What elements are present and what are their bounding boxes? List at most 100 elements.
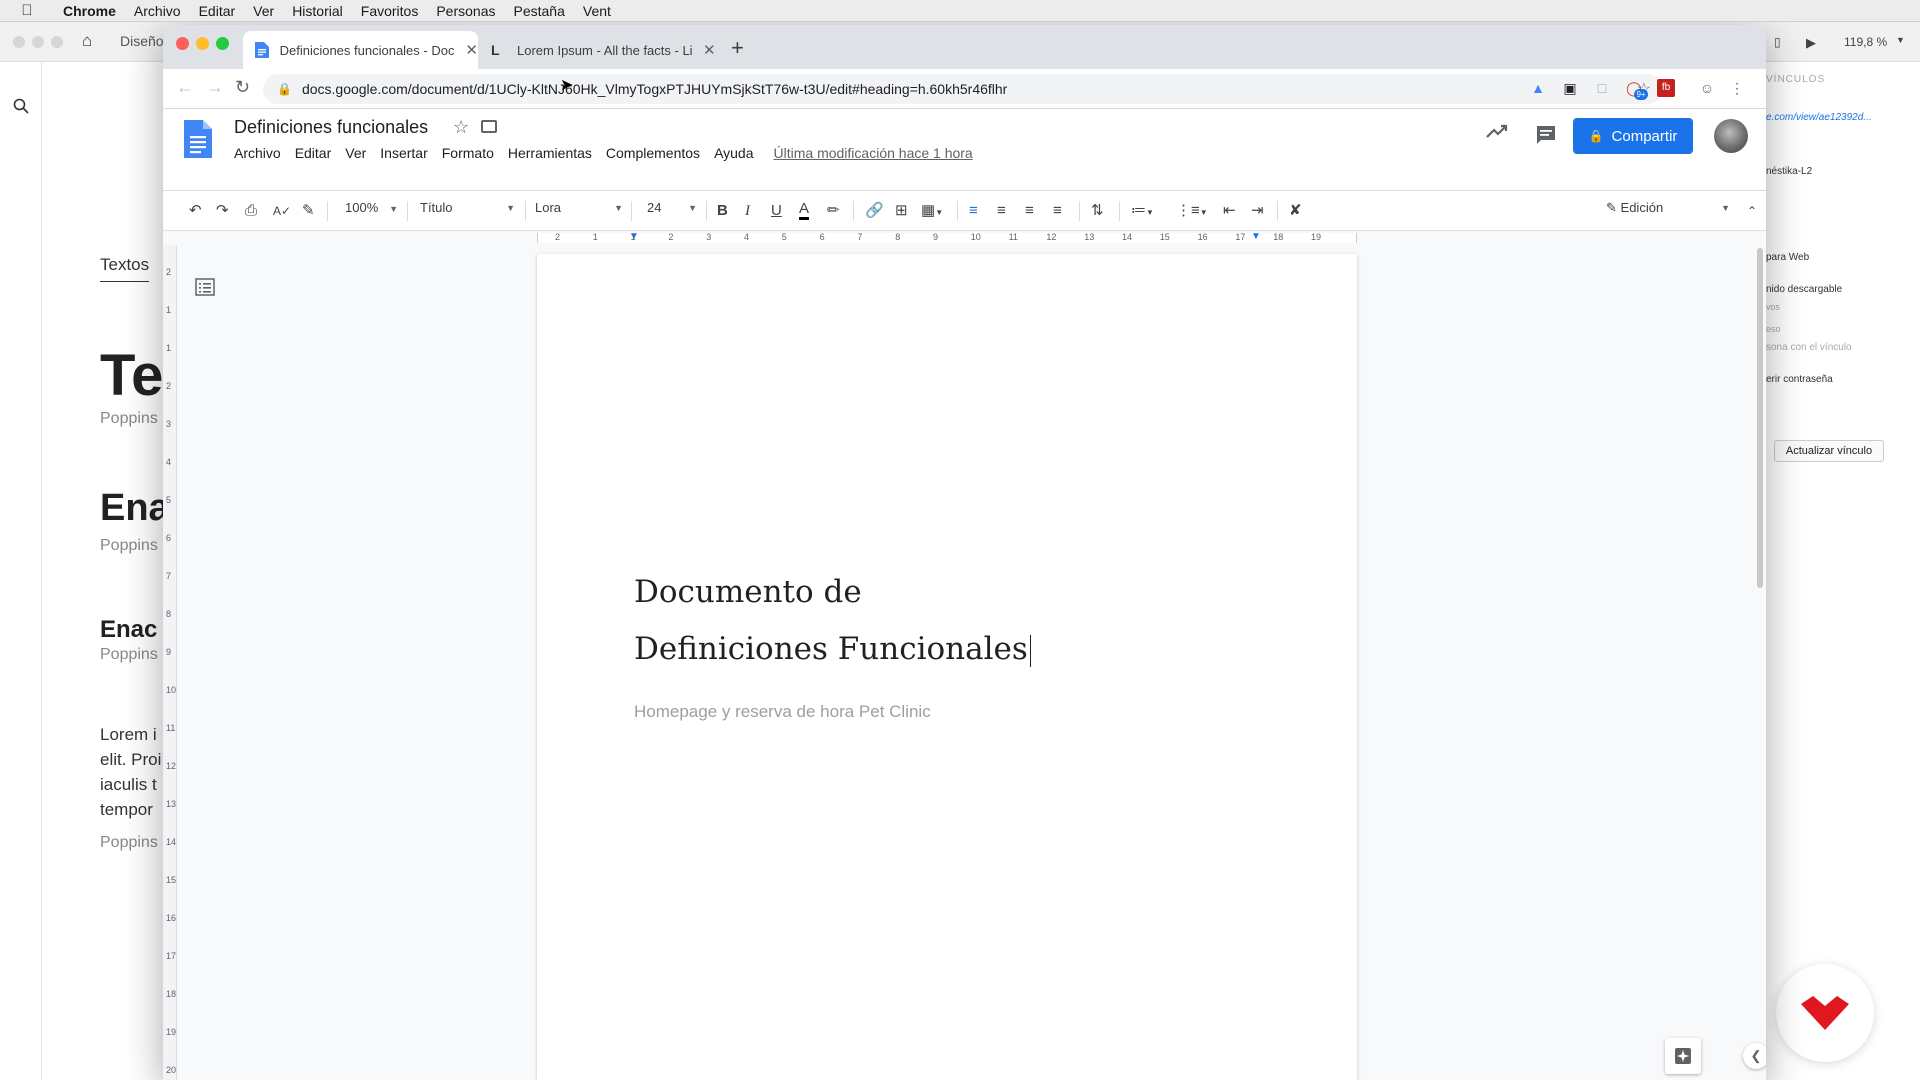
font-select[interactable]: Lora ▼ (535, 200, 623, 215)
address-bar[interactable]: 🔒 docs.google.com/document/d/1UCly-KltNJ… (263, 74, 1663, 104)
reload-icon[interactable]: ↻ (235, 77, 250, 98)
document-title[interactable]: Definiciones funcionales (234, 117, 428, 138)
move-folder-icon[interactable] (481, 120, 497, 133)
extension-docs-icon[interactable]: ▲ (1529, 79, 1547, 97)
spellcheck-icon[interactable]: A✓ (273, 201, 291, 221)
document-outline-icon[interactable] (195, 278, 215, 301)
zoom-select[interactable]: 100% ▼ (345, 200, 398, 215)
back-arrow-icon[interactable]: ← (176, 77, 194, 98)
numbered-list-icon[interactable]: ≔▼ (1131, 201, 1154, 223)
bulleted-list-icon[interactable]: ⋮≡▼ (1176, 201, 1208, 223)
insert-image-icon[interactable]: ▦▼ (921, 201, 943, 223)
insert-link-icon[interactable]: 🔗 (865, 201, 884, 221)
apple-icon[interactable]:  (0, 2, 54, 19)
menubar-item-ver[interactable]: Ver (244, 3, 283, 19)
menu-formato[interactable]: Formato (442, 145, 494, 161)
menubar-item-archivo[interactable]: Archivo (125, 3, 190, 19)
tab-lorem-ipsum[interactable]: L Lorem Ipsum - All the facts - Li ✕ (479, 31, 719, 69)
close-tab-icon[interactable]: ✕ (465, 41, 478, 59)
play-icon[interactable]: ▶ (1806, 35, 1816, 51)
profile-icon[interactable]: ☺ (1698, 79, 1716, 97)
justify-icon[interactable]: ≡ (1053, 201, 1062, 221)
bg-minimize-dot[interactable] (32, 36, 44, 48)
menubar-item-editar[interactable]: Editar (190, 3, 245, 19)
document-title-line-1[interactable]: Documento de (634, 574, 862, 610)
menubar-item-personas[interactable]: Personas (427, 3, 504, 19)
device-icon[interactable]: ▯ (1774, 35, 1781, 49)
new-tab-button[interactable]: + (731, 35, 744, 61)
align-left-icon[interactable]: ≡ (969, 201, 978, 221)
bg-zoom-dot[interactable] (51, 36, 63, 48)
align-center-icon[interactable]: ≡ (997, 201, 1006, 221)
pdf-extension-icon[interactable]: fb (1657, 79, 1675, 97)
activity-trend-icon[interactable] (1486, 123, 1508, 144)
last-edit-link[interactable]: Última modificación hace 1 hora (774, 145, 973, 161)
panel-share-with[interactable]: sona con el vínculo (1766, 342, 1852, 353)
side-panel-toggle-chevron-left-icon[interactable]: ❮ (1743, 1043, 1766, 1069)
clear-formatting-icon[interactable]: ✘ (1289, 201, 1302, 221)
background-breadcrumb[interactable]: Diseño (120, 33, 164, 49)
highlight-icon[interactable]: ✏ (827, 201, 840, 221)
decrease-indent-icon[interactable]: ⇤ (1223, 201, 1236, 221)
font-size-select[interactable]: 24 ▼ (647, 200, 697, 215)
forward-arrow-icon[interactable]: → (206, 77, 224, 98)
bg-close-dot[interactable] (13, 36, 25, 48)
panel-downloadable[interactable]: nido descargable (1766, 284, 1842, 295)
vertical-scrollbar[interactable] (1757, 248, 1763, 588)
menubar-item-historial[interactable]: Historial (283, 3, 352, 19)
editing-mode-select[interactable]: ✎ Edición ▼ (1606, 200, 1730, 216)
background-tab-textos[interactable]: Textos (100, 255, 150, 282)
share-button[interactable]: 🔒 Compartir (1573, 118, 1693, 154)
menu-herramientas[interactable]: Herramientas (508, 145, 592, 161)
document-page[interactable]: Documento de Definiciones Funcionales Ho… (537, 254, 1357, 1080)
italic-icon[interactable]: I (745, 201, 750, 221)
menubar-item-pestana[interactable]: Pestaña (505, 3, 574, 19)
menubar-item-favoritos[interactable]: Favoritos (352, 3, 428, 19)
url-text[interactable]: docs.google.com/document/d/1UCly-KltNJ60… (302, 81, 1007, 97)
align-right-icon[interactable]: ≡ (1025, 201, 1034, 221)
tab-docs[interactable]: Definiciones funcionales - Doc ✕ (243, 31, 478, 69)
text-color-icon[interactable]: A (799, 201, 810, 220)
menu-insertar[interactable]: Insertar (380, 145, 427, 161)
panel-password[interactable]: erir contraseña (1766, 374, 1833, 385)
explore-button[interactable] (1665, 1038, 1701, 1074)
star-icon[interactable]: ☆ (453, 117, 469, 138)
menubar-app-name[interactable]: Chrome (54, 3, 125, 19)
document-title-line-2-text[interactable]: Definiciones Funcionales (634, 631, 1028, 667)
undo-icon[interactable]: ↶ (189, 201, 202, 221)
zoom-chevron-icon[interactable]: ▼ (1896, 35, 1905, 45)
menu-complementos[interactable]: Complementos (606, 145, 700, 161)
close-window-button[interactable] (176, 37, 189, 50)
lock-icon[interactable]: 🔒 (277, 82, 292, 96)
minimize-window-button[interactable] (196, 37, 209, 50)
increase-indent-icon[interactable]: ⇥ (1251, 201, 1264, 221)
panel-format[interactable]: para Web (1766, 252, 1809, 263)
search-icon[interactable] (13, 98, 29, 119)
update-link-button[interactable]: Actualizar vínculo (1774, 440, 1884, 462)
chat-extension-icon[interactable]: □ (1593, 79, 1611, 97)
menu-archivo[interactable]: Archivo (234, 145, 281, 161)
document-title-line-2[interactable]: Definiciones Funcionales (634, 631, 1031, 667)
zoom-level[interactable]: 119,8 % (1844, 35, 1887, 49)
collapse-menus-icon[interactable]: ⌃ (1747, 201, 1757, 221)
panel-link-url[interactable]: e.com/view/ae12392d... (1766, 112, 1872, 123)
comments-icon[interactable] (1535, 125, 1557, 150)
close-tab-icon[interactable]: ✕ (703, 41, 716, 59)
docs-logo-icon[interactable] (184, 120, 212, 163)
line-spacing-icon[interactable]: ⇅ (1091, 201, 1104, 221)
paint-format-icon[interactable]: ✎ (302, 201, 315, 221)
menu-ayuda[interactable]: Ayuda (714, 145, 753, 161)
screenshot-extension-icon[interactable]: ▣ (1561, 79, 1579, 97)
maximize-window-button[interactable] (216, 37, 229, 50)
ruler-track[interactable] (537, 233, 1357, 243)
more-menu-icon[interactable]: ⋮ (1728, 79, 1746, 97)
redo-icon[interactable]: ↷ (216, 201, 229, 221)
right-indent-marker-icon[interactable]: ▼ (1251, 231, 1261, 242)
menu-editar[interactable]: Editar (295, 145, 332, 161)
menubar-item-ventana[interactable]: Vent (574, 3, 620, 19)
bold-icon[interactable]: B (717, 201, 728, 221)
underline-icon[interactable]: U (771, 201, 782, 221)
brand-logo[interactable] (1776, 964, 1874, 1062)
paragraph-style-select[interactable]: Título ▼ (420, 200, 515, 215)
avatar[interactable] (1714, 119, 1748, 153)
